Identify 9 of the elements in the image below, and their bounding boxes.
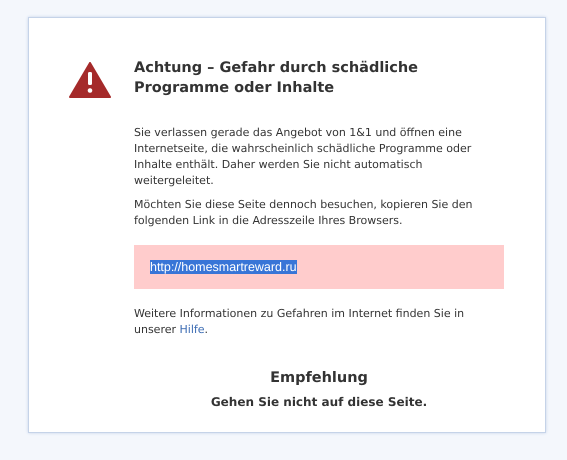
warning-icon <box>69 62 111 98</box>
info-paragraph: Weitere Informationen zu Gefahren im Internet finden Sie in unserer Hilfe. <box>134 306 466 338</box>
paragraph: Sie verlassen gerade das Angebot von 1&1 und öffnen eine Internetseite, die wahrscheinlich schädliche Programme oder Inhalte enthält. Daher werden Sie nicht automatisch weitergeleitet. <box>134 125 472 189</box>
recommendation-heading: Empfehlung <box>269 369 369 388</box>
help-link[interactable]: Hilfe <box>180 323 205 336</box>
url-text: http://homesmartreward.ru <box>150 260 297 274</box>
warning-title: Achtung – Gefahr durch schädliche Programme oder Inhalte <box>134 59 420 98</box>
paragraph: Möchten Sie diese Seite dennoch besuchen, kopieren Sie den folgenden Link in die Adresszeile Ihres Browsers. <box>134 197 474 229</box>
recommendation-text: Gehen Sie nicht auf diese Seite. <box>210 394 428 410</box>
